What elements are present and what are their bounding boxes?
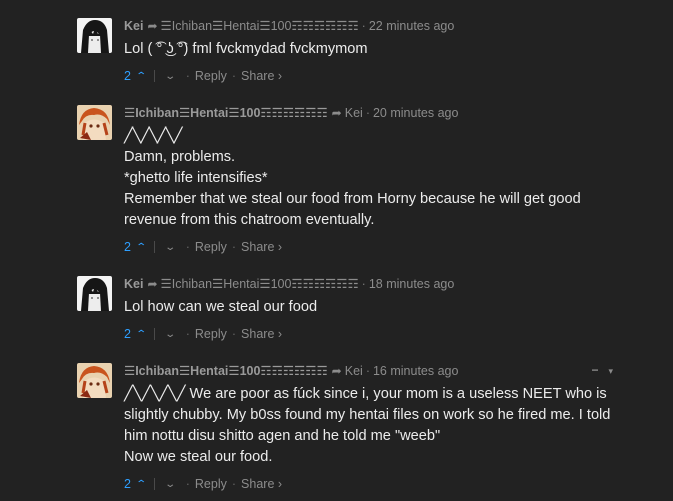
comment-body: Kei ➦ ☰Ichiban☰Hentai☰100☶☶☶☶☶☶ · 18 minutes… bbox=[124, 276, 633, 342]
comment-footer: 2 ⌃ ⌄ · Reply · Share › bbox=[124, 239, 633, 255]
collapse-button[interactable]: − bbox=[591, 363, 598, 377]
reply-button[interactable]: Reply bbox=[195, 477, 227, 491]
comment-timestamp[interactable]: 22 minutes ago bbox=[369, 19, 454, 33]
comment-footer: 2 ⌃ ⌄ · Reply · Share › bbox=[124, 476, 633, 492]
anime-girl-dark-avatar-icon bbox=[77, 276, 112, 311]
reply-button[interactable]: Reply bbox=[195, 327, 227, 341]
comment-timestamp[interactable]: 20 minutes ago bbox=[373, 106, 458, 120]
upvote-icon[interactable]: ⌃ bbox=[135, 327, 147, 343]
comment-timestamp[interactable]: 18 minutes ago bbox=[369, 277, 454, 291]
avatar[interactable] bbox=[77, 105, 112, 140]
comment-meta: ☰Ichiban☰Hentai☰100☶☶☶☶☶☶ ➦ Kei · 16 minutes… bbox=[124, 363, 633, 379]
reply-to-user[interactable]: ☰Ichiban☰Hentai☰100☶☶☶☶☶☶ bbox=[161, 277, 359, 291]
comment-line: Lol ( ͡° ͜ʖ ͡°) fml fvckmydad fvckmymom bbox=[124, 41, 368, 57]
avatar[interactable] bbox=[77, 363, 112, 398]
footer-separator: · bbox=[185, 240, 190, 254]
comment-menu: − ▾ bbox=[591, 363, 613, 377]
avatar[interactable] bbox=[77, 18, 112, 53]
downvote-icon[interactable]: ⌄ bbox=[165, 477, 177, 493]
vote-divider bbox=[154, 70, 156, 82]
comment-line: Damn, problems. bbox=[124, 149, 236, 165]
vote-count: 2 bbox=[124, 240, 131, 254]
footer-separator: · bbox=[185, 69, 190, 83]
comment-message: ╱╲╱╲╱╲╱ We are poor as fúck since i, you… bbox=[124, 384, 633, 468]
footer-separator: · bbox=[185, 327, 190, 341]
downvote-icon[interactable]: ⌄ bbox=[165, 69, 177, 85]
reply-to-user[interactable]: Kei bbox=[345, 364, 363, 378]
downvote-icon[interactable]: ⌄ bbox=[165, 240, 177, 256]
reply-arrow-icon: ➦ bbox=[331, 364, 342, 378]
comment-meta: ☰Ichiban☰Hentai☰100☶☶☶☶☶☶ ➦ Kei · 20 minutes… bbox=[124, 105, 633, 121]
footer-separator: · bbox=[231, 240, 237, 254]
comment-footer: 2 ⌃ ⌄ · Reply · Share › bbox=[124, 68, 633, 84]
reply-to-user[interactable]: Kei bbox=[345, 106, 363, 120]
comment-meta: Kei ➦ ☰Ichiban☰Hentai☰100☶☶☶☶☶☶ · 22 minutes… bbox=[124, 18, 633, 34]
share-button[interactable]: Share › bbox=[241, 327, 282, 341]
anime-girl-orange-avatar-icon bbox=[77, 105, 112, 140]
reply-button[interactable]: Reply bbox=[195, 69, 227, 83]
comment-line: Lol how can we steal our food bbox=[124, 299, 318, 315]
comment-thread: Kei ➦ ☰Ichiban☰Hentai☰100☶☶☶☶☶☶ · 22 minutes… bbox=[0, 0, 673, 501]
vote-count: 2 bbox=[124, 477, 131, 491]
reply-button[interactable]: Reply bbox=[195, 240, 227, 254]
meta-separator: · bbox=[365, 364, 370, 378]
reply-arrow-icon: ➦ bbox=[147, 277, 158, 291]
footer-separator: · bbox=[231, 69, 237, 83]
vote-divider bbox=[154, 328, 156, 340]
meta-separator: · bbox=[365, 106, 370, 120]
reply-to-user[interactable]: ☰Ichiban☰Hentai☰100☶☶☶☶☶☶ bbox=[161, 19, 359, 33]
comment-message: Lol how can we steal our food bbox=[124, 297, 633, 318]
vote-count: 2 bbox=[124, 327, 131, 341]
footer-separator: · bbox=[231, 477, 237, 491]
comment-line: Remember that we steal our food from Hor… bbox=[124, 191, 581, 228]
options-dropdown-button[interactable]: ▾ bbox=[608, 366, 613, 376]
comment-message: ╱╲╱╲╱╲╱ Damn, problems. *ghetto life int… bbox=[124, 126, 633, 231]
vote-count: 2 bbox=[124, 69, 131, 83]
comment-line: ╱╲╱╲╱╲╱ bbox=[124, 128, 183, 144]
comment-message: Lol ( ͡° ͜ʖ ͡°) fml fvckmydad fvckmymom bbox=[124, 39, 633, 60]
footer-separator: · bbox=[231, 327, 237, 341]
comment-author[interactable]: ☰Ichiban☰Hentai☰100☶☶☶☶☶☶ bbox=[124, 106, 328, 120]
comment-author[interactable]: ☰Ichiban☰Hentai☰100☶☶☶☶☶☶ bbox=[124, 364, 328, 378]
vote-divider bbox=[154, 241, 156, 253]
comment-meta: Kei ➦ ☰Ichiban☰Hentai☰100☶☶☶☶☶☶ · 18 minutes… bbox=[124, 276, 633, 292]
avatar[interactable] bbox=[77, 276, 112, 311]
footer-separator: · bbox=[185, 477, 190, 491]
upvote-icon[interactable]: ⌃ bbox=[135, 477, 147, 493]
share-button[interactable]: Share › bbox=[241, 477, 282, 491]
share-button[interactable]: Share › bbox=[241, 240, 282, 254]
share-button[interactable]: Share › bbox=[241, 69, 282, 83]
comment-timestamp[interactable]: 16 minutes ago bbox=[373, 364, 458, 378]
upvote-icon[interactable]: ⌃ bbox=[135, 240, 147, 256]
reply-arrow-icon: ➦ bbox=[331, 106, 342, 120]
reply-arrow-icon: ➦ bbox=[147, 19, 158, 33]
comment-body: ☰Ichiban☰Hentai☰100☶☶☶☶☶☶ ➦ Kei · 20 minutes… bbox=[124, 105, 633, 255]
comment-footer: 2 ⌃ ⌄ · Reply · Share › bbox=[124, 326, 633, 342]
meta-separator: · bbox=[361, 19, 366, 33]
comment-line: *ghetto life intensifies* bbox=[124, 170, 268, 186]
comment-author[interactable]: Kei bbox=[124, 277, 143, 291]
comment-body: Kei ➦ ☰Ichiban☰Hentai☰100☶☶☶☶☶☶ · 22 minutes… bbox=[124, 18, 633, 84]
comment-line: ╱╲╱╲╱╲╱ We are poor as fúck since i, you… bbox=[124, 386, 611, 444]
comment-line: Now we steal our food. bbox=[124, 449, 273, 465]
downvote-icon[interactable]: ⌄ bbox=[165, 327, 177, 343]
vote-divider bbox=[154, 478, 156, 490]
comment-author[interactable]: Kei bbox=[124, 19, 143, 33]
anime-girl-orange-avatar-icon bbox=[77, 363, 112, 398]
meta-separator: · bbox=[361, 277, 366, 291]
comment-body: ☰Ichiban☰Hentai☰100☶☶☶☶☶☶ ➦ Kei · 16 minutes… bbox=[124, 363, 633, 492]
anime-girl-dark-avatar-icon bbox=[77, 18, 112, 53]
upvote-icon[interactable]: ⌃ bbox=[135, 69, 147, 85]
